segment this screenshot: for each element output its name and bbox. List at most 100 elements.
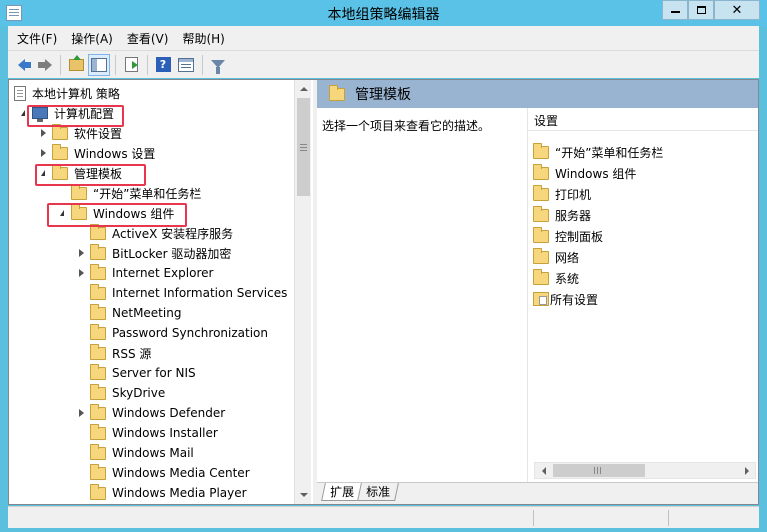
folder-icon xyxy=(90,483,106,500)
toolbar-separator xyxy=(115,54,116,75)
tree-item-label: NetMeeting xyxy=(112,306,182,320)
folder-icon xyxy=(533,226,549,243)
scroll-thumb[interactable] xyxy=(553,464,645,477)
help-button[interactable]: ? xyxy=(152,54,174,76)
scroll-right-button[interactable] xyxy=(738,463,755,478)
tree-item[interactable]: Windows Mail xyxy=(75,443,194,463)
title-bar: 本地组策略编辑器 ✕ xyxy=(0,0,767,26)
chevron-right-icon xyxy=(40,149,46,157)
highlight-admin-templates xyxy=(35,164,146,186)
filter-button[interactable] xyxy=(207,54,229,76)
tree-item-label: “开始”菜单和任务栏 xyxy=(93,186,202,201)
maximize-button[interactable] xyxy=(688,0,714,20)
tree-item[interactable]: Windows Installer xyxy=(75,423,218,443)
column-header-settings[interactable]: 设置 xyxy=(528,111,758,131)
minimize-button[interactable] xyxy=(662,0,688,20)
status-separator xyxy=(668,510,669,526)
folder-icon xyxy=(90,223,106,240)
tree-item[interactable]: NetMeeting xyxy=(75,303,181,323)
export-list-button[interactable] xyxy=(120,54,142,76)
settings-list: 设置 “开始”菜单和任务栏 Windows 组件 打印机服务器控制面板网络系统 所有设… xyxy=(527,108,758,482)
folder-icon xyxy=(90,463,106,480)
menu-file[interactable]: 文件(F) xyxy=(10,30,64,47)
back-icon xyxy=(17,58,31,71)
tree-root[interactable]: 本地计算机 策略 xyxy=(14,83,120,103)
highlight-computer-config xyxy=(27,105,124,127)
tree-item[interactable]: Windows Media Player xyxy=(75,483,247,503)
folder-icon xyxy=(90,383,106,400)
scroll-thumb[interactable] xyxy=(297,98,310,196)
highlight-windows-components xyxy=(47,203,187,227)
folder-icon xyxy=(533,184,549,201)
tree-item[interactable]: Windows Media Center xyxy=(75,463,250,483)
settings-list-item[interactable]: Windows 组件 xyxy=(533,163,636,183)
scroll-up-icon xyxy=(299,86,308,91)
window-title: 本地组策略编辑器 xyxy=(327,7,440,23)
policy-document-icon xyxy=(14,85,26,101)
tree-item-label: BitLocker 驱动器加密 xyxy=(112,246,232,261)
settings-list-item[interactable]: 网络 xyxy=(533,247,579,267)
folder-icon xyxy=(71,183,87,200)
tree-item-label: Windows Installer xyxy=(112,426,218,440)
properties-button[interactable] xyxy=(175,54,197,76)
menu-action[interactable]: 操作(A) xyxy=(64,30,120,47)
folder-icon xyxy=(329,84,345,101)
show-hide-tree-icon xyxy=(91,57,107,72)
tree-item[interactable]: Windows 设置 xyxy=(37,143,155,163)
expand-arrow-icon[interactable] xyxy=(75,267,87,279)
scroll-down-button[interactable] xyxy=(295,486,312,503)
tree-item[interactable]: “开始”菜单和任务栏 xyxy=(56,183,201,203)
back-button[interactable] xyxy=(10,54,32,76)
chevron-right-icon xyxy=(78,249,84,257)
tree-item[interactable]: BitLocker 驱动器加密 xyxy=(75,243,231,263)
settings-list-item[interactable]: 打印机 xyxy=(533,184,591,204)
tree-item[interactable]: RSS 源 xyxy=(75,343,151,363)
settings-list-item[interactable]: 控制面板 xyxy=(533,226,603,246)
folder-icon xyxy=(90,443,106,460)
expand-arrow-icon[interactable] xyxy=(37,127,49,139)
up-folder-icon xyxy=(68,54,84,71)
list-horizontal-scrollbar[interactable] xyxy=(534,462,756,479)
forward-button[interactable] xyxy=(33,54,55,76)
close-button[interactable]: ✕ xyxy=(714,0,760,20)
tree-item-label: Windows Media Player xyxy=(112,486,247,500)
show-hide-tree-button[interactable] xyxy=(88,53,110,76)
menu-view[interactable]: 查看(V) xyxy=(120,30,176,47)
settings-list-item[interactable]: “开始”菜单和任务栏 xyxy=(533,142,663,162)
close-icon: ✕ xyxy=(731,2,743,18)
grip-icon xyxy=(594,467,595,474)
settings-list-item[interactable]: 所有设置 xyxy=(533,289,598,309)
settings-list-item-label: 服务器 xyxy=(555,208,592,223)
tab-standard[interactable]: 标准 xyxy=(357,483,399,501)
scroll-up-button[interactable] xyxy=(295,80,312,97)
expand-arrow-icon[interactable] xyxy=(37,147,49,159)
scroll-left-icon xyxy=(541,466,546,475)
tree-item[interactable]: Password Synchronization xyxy=(75,323,268,343)
description-area: 选择一个项目来查看它的描述。 xyxy=(317,108,527,480)
expand-arrow-icon[interactable] xyxy=(75,407,87,419)
menu-help[interactable]: 帮助(H) xyxy=(175,30,231,47)
tree-item[interactable]: SkyDrive xyxy=(75,383,165,403)
settings-list-item[interactable]: 服务器 xyxy=(533,205,591,225)
toolbar: ? xyxy=(8,50,759,78)
settings-list-item[interactable]: 系统 xyxy=(533,268,579,288)
folder-icon xyxy=(533,142,549,159)
up-folder-button[interactable] xyxy=(65,54,87,76)
expand-arrow-icon[interactable] xyxy=(75,247,87,259)
settings-list-item-label: 网络 xyxy=(555,250,580,265)
folder-icon xyxy=(90,423,106,440)
tree-scrollbar[interactable] xyxy=(294,80,311,504)
tab-standard-label: 标准 xyxy=(366,485,391,499)
tree-item[interactable]: Windows Defender xyxy=(75,403,225,423)
folder-icon xyxy=(90,263,106,280)
folder-icon xyxy=(90,343,106,360)
tree-item[interactable]: Internet Information Services xyxy=(75,283,287,303)
help-icon: ? xyxy=(155,57,171,72)
scroll-left-button[interactable] xyxy=(535,463,552,478)
tree-item[interactable]: Server for NIS xyxy=(75,363,196,383)
tree-item[interactable]: Internet Explorer xyxy=(75,263,213,283)
